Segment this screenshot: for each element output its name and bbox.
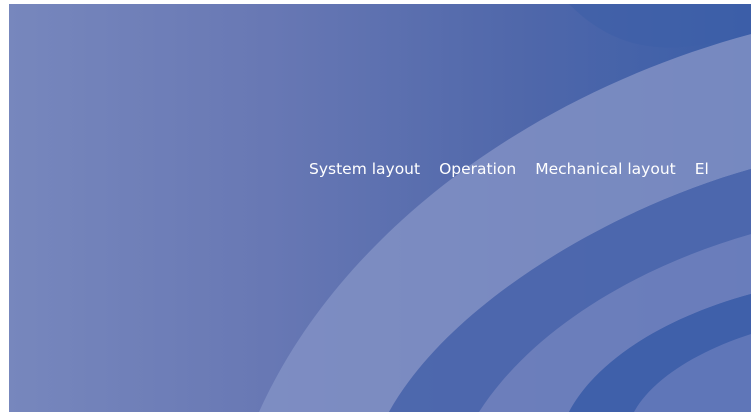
top-nav: System layout Operation Mechanical layou… [309,160,709,178]
nav-item-system-layout[interactable]: System layout [309,160,420,178]
background-swoosh [259,4,751,412]
nav-item-el-truncated[interactable]: El [695,160,709,178]
nav-item-mechanical-layout[interactable]: Mechanical layout [535,160,676,178]
banner: System layout Operation Mechanical layou… [9,4,751,412]
nav-item-operation[interactable]: Operation [439,160,516,178]
